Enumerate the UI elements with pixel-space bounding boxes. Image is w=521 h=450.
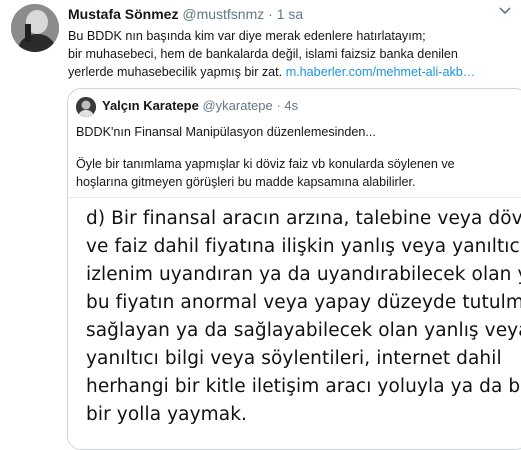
image-text-line: ve faiz dahil fiyatına ilişkin yanlış ve… [86, 236, 521, 257]
avatar-photo-icon [11, 4, 59, 52]
quoted-text-line: BDDK'nın Finansal Manipülasyon düzenleme… [76, 125, 376, 139]
tweet-text-segment: yerlerde muhasebecilik yapmış bir zat. [68, 65, 283, 79]
quoted-text-line: Öyle bir tanımlama yapmışlar ki döviz fa… [76, 157, 455, 171]
tweet-text-line: yerlerde muhasebecilik yapmış bir zat. m… [68, 63, 513, 81]
tweet-text: Bu BDDK nın başında kim var diye merak e… [68, 27, 513, 81]
quoted-text-line: hoşlarına gitmeyen görüşleri bu madde ka… [76, 175, 416, 189]
quoted-header: Yalçın Karatepe @ykaratepe · 4s [102, 98, 298, 113]
separator-dot: · [268, 6, 273, 22]
author-handle[interactable]: @mustfsnmz [182, 6, 264, 22]
image-text-line: yanıltıcı bilgi veya söylentileri, inter… [86, 348, 502, 369]
quoted-tweet[interactable]: Yalçın Karatepe @ykaratepe · 4s BDDK'nın… [67, 88, 521, 450]
image-text-line: herhangi bir kitle iletişim aracı yoluyl… [86, 376, 521, 397]
separator-dot: · [276, 98, 281, 113]
image-text-line: izlenim uyandıran ya da uyandırabilecek … [86, 264, 521, 285]
quoted-author-handle[interactable]: @ykaratepe [202, 98, 272, 113]
tweet-link[interactable]: m.haberler.com/mehmet-ali-akb… [286, 65, 476, 79]
quoted-image[interactable]: d) Bir finansal aracın arzına, talebine … [68, 197, 521, 449]
quoted-timestamp[interactable]: 4s [284, 98, 298, 113]
avatar-photo-icon [76, 97, 96, 117]
author-name[interactable]: Mustafa Sönmez [68, 6, 178, 22]
image-text-line: bu fiyatın anormal veya yapay düzeyde tu… [86, 292, 521, 313]
image-text-line: d) Bir finansal aracın arzına, talebine … [86, 208, 521, 229]
avatar[interactable] [11, 4, 59, 52]
tweet: Mustafa Sönmez @mustfsnmz · 1 sa Bu BDDK… [0, 0, 521, 450]
image-text-line: sağlayan ya da sağlayabilecek olan yanlı… [86, 320, 521, 341]
image-text-line: bir yolla yaymak. [86, 404, 248, 425]
timestamp[interactable]: 1 sa [277, 6, 303, 22]
tweet-header: Mustafa Sönmez @mustfsnmz · 1 sa [68, 6, 303, 22]
quoted-author-name[interactable]: Yalçın Karatepe [102, 98, 199, 113]
tweet-text-line: Bu BDDK nın başında kim var diye merak e… [68, 29, 426, 43]
quoted-avatar[interactable] [76, 97, 96, 117]
chevron-down-icon[interactable] [497, 2, 513, 18]
tweet-text-line: bir muhasebeci, hem de bankalarda değil,… [68, 47, 458, 61]
